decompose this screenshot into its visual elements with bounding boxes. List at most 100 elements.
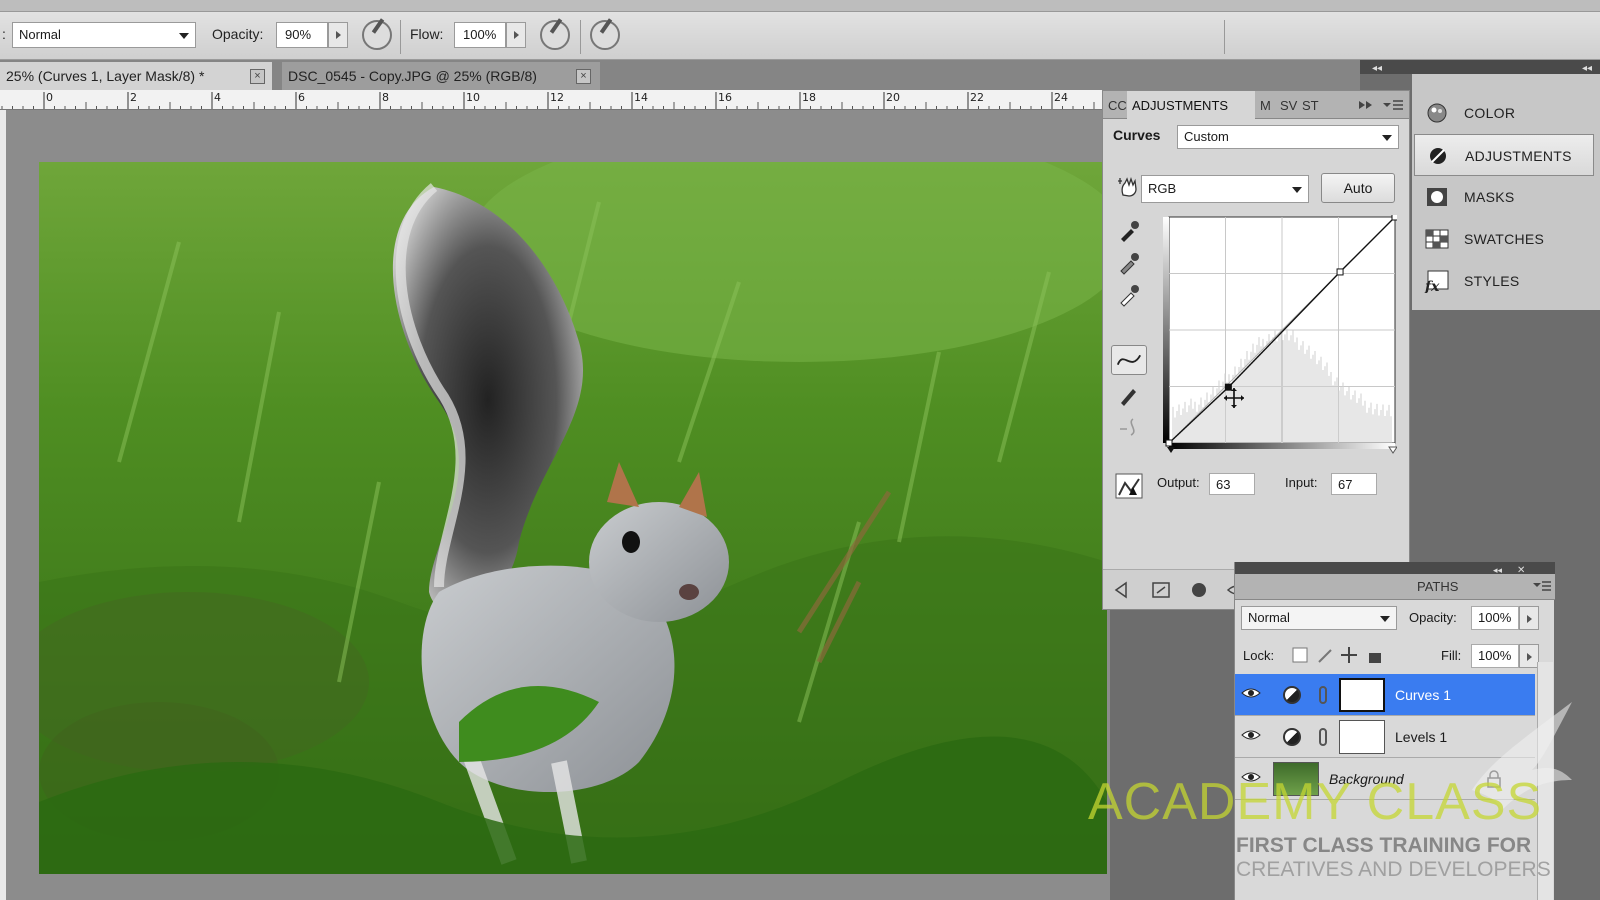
squirrel-photo[interactable] — [39, 162, 1107, 874]
layer-mask-thumbnail[interactable] — [1339, 678, 1385, 712]
ruler-tick-label: 22 — [970, 91, 984, 104]
smooth-curve-icon[interactable] — [1117, 415, 1141, 439]
return-to-list-icon[interactable] — [1113, 580, 1133, 600]
dock-item-adjustments[interactable]: ADJUSTMENTS — [1414, 134, 1594, 176]
curves-preset-dropdown[interactable]: Custom — [1177, 125, 1399, 149]
panel-menu-icon[interactable] — [1533, 580, 1551, 594]
canvas-area[interactable] — [6, 110, 1110, 900]
pencil-draw-icon[interactable] — [1117, 383, 1141, 407]
layer-name: Curves 1 — [1395, 687, 1452, 703]
ruler-tick-label: 4 — [214, 91, 221, 104]
black-point-eyedropper-icon[interactable] — [1117, 219, 1141, 243]
output-input[interactable]: 63 — [1209, 473, 1255, 495]
adjustments-tab-bar: CC ADJUSTMENTS M SV ST — [1103, 91, 1409, 119]
layer-blend-mode-value: Normal — [1248, 610, 1290, 625]
dock-item-swatches[interactable]: SWATCHES — [1414, 218, 1594, 260]
dock-item-styles[interactable]: fx STYLES — [1414, 260, 1594, 302]
pressure-icon[interactable] — [590, 20, 620, 50]
dock-item-label: STYLES — [1464, 273, 1520, 289]
tab-color[interactable]: CC — [1103, 91, 1127, 119]
tab-paths[interactable]: PATHS — [1417, 579, 1458, 594]
layer-name: Background — [1329, 771, 1404, 787]
svg-text:fx: fx — [1424, 279, 1440, 293]
channel-dropdown[interactable]: RGB — [1141, 175, 1309, 203]
airbrush-mode-icon[interactable] — [540, 20, 570, 50]
ruler-tick-label: 8 — [382, 91, 389, 104]
input-gradient-bar — [1169, 443, 1395, 449]
panel-menu-icon[interactable] — [1357, 97, 1405, 113]
options-bar: : Normal Opacity: 90% Flow: 100% — [0, 12, 1600, 60]
lock-transparent-icon[interactable] — [1292, 647, 1308, 663]
opacity-input[interactable]: 90% — [276, 22, 328, 48]
collapse-arrows-icon[interactable]: ◂◂ ◂◂ — [1360, 60, 1600, 74]
gray-point-eyedropper-icon[interactable] — [1117, 251, 1141, 275]
curves-graph[interactable] — [1163, 215, 1397, 455]
chevron-down-icon — [179, 33, 189, 39]
close-icon[interactable]: × — [576, 69, 591, 84]
doc-tab-curves[interactable]: 25% (Curves 1, Layer Mask/8) * × — [0, 62, 272, 90]
tab-masks[interactable]: M — [1255, 91, 1275, 119]
layers-tab-bar: PATHS — [1235, 574, 1555, 600]
white-point-eyedropper-icon[interactable] — [1117, 283, 1141, 307]
clip-to-layer-icon[interactable] — [1189, 580, 1209, 600]
dock-item-label: SWATCHES — [1464, 231, 1545, 247]
lock-position-icon[interactable] — [1341, 647, 1357, 663]
layer-opacity-stepper[interactable] — [1519, 606, 1539, 630]
flow-stepper-button[interactable] — [506, 22, 526, 48]
input-input[interactable]: 67 — [1331, 473, 1377, 495]
curve-points-tool-icon[interactable] — [1111, 345, 1147, 375]
move-cursor-icon — [1224, 388, 1244, 408]
opacity-label: Opacity: — [212, 26, 264, 42]
airbrush-icon[interactable] — [362, 20, 392, 50]
clipping-warning-icon[interactable] — [1115, 473, 1143, 499]
layer-mask-thumbnail[interactable] — [1339, 720, 1385, 754]
fill-input[interactable]: 100% — [1471, 644, 1519, 668]
opacity-stepper-button[interactable] — [328, 22, 348, 48]
eagle-logo-watermark — [1472, 702, 1572, 810]
fx-icon: fx — [1424, 270, 1449, 293]
adjustments-panel: CC ADJUSTMENTS M SV ST Curves Custom RGB… — [1102, 90, 1410, 610]
chevron-down-icon — [1380, 616, 1390, 622]
lock-all-icon[interactable] — [1369, 653, 1381, 663]
doc-tab-copy[interactable]: DSC_0545 - Copy.JPG @ 25% (RGB/8) × — [282, 62, 600, 90]
dock-item-label: ADJUSTMENTS — [1465, 148, 1572, 164]
dock-item-label: COLOR — [1464, 105, 1516, 121]
expanded-view-icon[interactable] — [1151, 580, 1171, 600]
close-icon[interactable]: × — [250, 69, 265, 84]
fill-stepper[interactable] — [1519, 644, 1539, 668]
mask-icon — [1427, 188, 1447, 206]
output-label: Output: — [1157, 475, 1200, 490]
swatches-icon — [1425, 229, 1449, 249]
ruler-tick-label: 6 — [298, 91, 305, 104]
on-image-adjust-hand-icon[interactable] — [1117, 175, 1141, 199]
visibility-eye-icon[interactable] — [1241, 686, 1261, 700]
ruler-tick-label: 14 — [634, 91, 648, 104]
visibility-eye-icon[interactable] — [1241, 728, 1261, 742]
tab-adjustments[interactable]: ADJUSTMENTS — [1127, 91, 1255, 119]
layer-opacity-label: Opacity: — [1409, 610, 1457, 625]
tab-swatches[interactable]: SV — [1275, 91, 1297, 119]
visibility-eye-icon[interactable] — [1241, 770, 1261, 784]
black-input-slider[interactable] — [1167, 447, 1175, 453]
blend-mode-dropdown[interactable]: Normal — [12, 22, 196, 48]
tab-styles[interactable]: ST — [1297, 91, 1319, 119]
dock-item-masks[interactable]: MASKS — [1414, 176, 1594, 218]
fill-label: Fill: — [1441, 648, 1462, 663]
link-chain-icon[interactable] — [1319, 686, 1327, 704]
ruler-tick-label: 2 — [130, 91, 137, 104]
auto-button[interactable]: Auto — [1321, 173, 1395, 203]
link-chain-icon[interactable] — [1319, 728, 1327, 746]
layer-opacity-input[interactable]: 100% — [1471, 606, 1519, 630]
ruler-tick-label: 10 — [466, 91, 480, 104]
flow-input[interactable]: 100% — [454, 22, 506, 48]
input-label: Input: — [1285, 475, 1318, 490]
dock-item-color[interactable]: COLOR — [1414, 92, 1594, 134]
layer-name: Levels 1 — [1395, 729, 1448, 745]
lock-pixels-icon[interactable] — [1318, 649, 1332, 663]
layer-blend-mode-dropdown[interactable]: Normal — [1241, 606, 1397, 630]
curves-adjustment-icon — [1283, 686, 1301, 704]
white-input-slider[interactable] — [1388, 446, 1397, 454]
background-thumbnail[interactable] — [1273, 762, 1319, 796]
ruler-tick-label: 20 — [886, 91, 900, 104]
adjustments-icon — [1430, 148, 1446, 164]
